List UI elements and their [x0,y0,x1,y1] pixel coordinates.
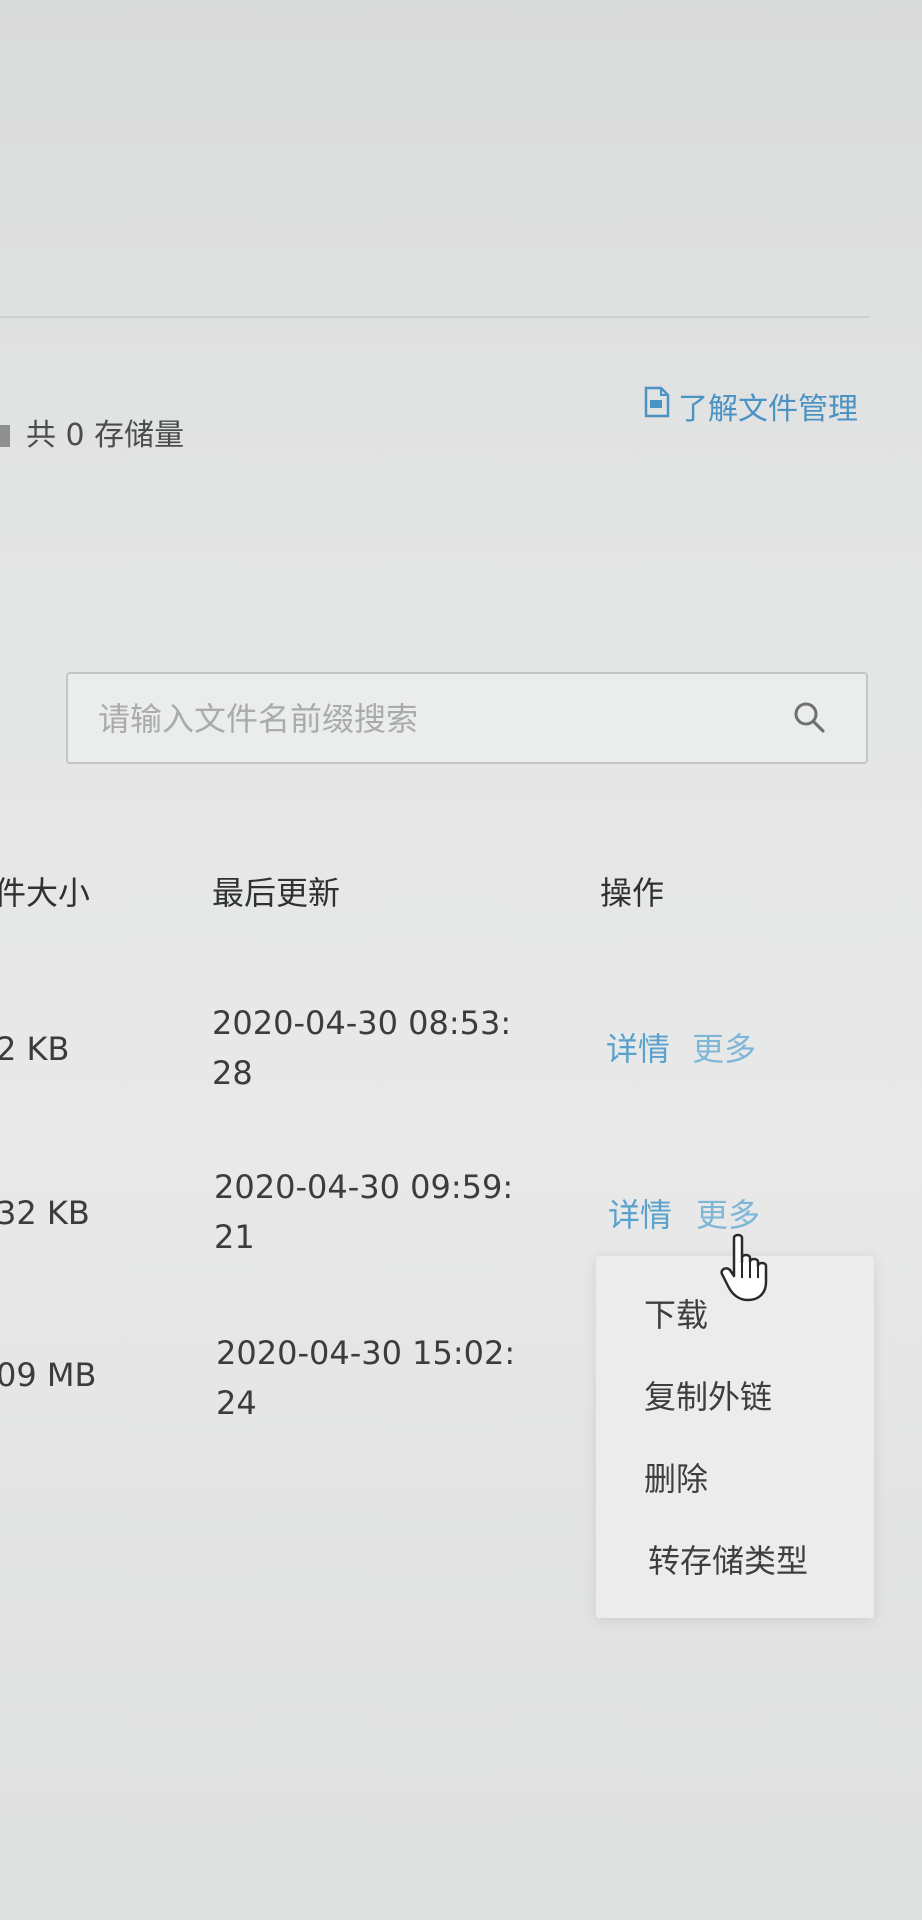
learn-file-management-link[interactable]: 了解文件管理 [644,384,858,428]
document-icon [644,386,678,426]
file-size-cell: 2 KB [0,1030,70,1068]
column-header-size: 件大小 [0,874,91,912]
column-header-updated: 最后更新 [212,874,341,912]
updated-cell: 2020-04-30 15:02:24 [216,1334,516,1422]
updated-cell: 2020-04-30 08:53:28 [212,1004,512,1092]
storage-summary-text: 共 0 存储量 [26,418,185,453]
column-header-actions: 操作 [600,874,665,912]
details-link[interactable]: 详情 [606,1024,670,1070]
select-all-checkbox[interactable] [0,425,10,447]
search-icon[interactable] [790,698,830,738]
menu-item-copy-link[interactable]: 复制外链 [644,1372,772,1418]
more-link[interactable]: 更多 [696,1190,760,1236]
search-input[interactable] [98,694,778,744]
menu-item-change-storage-class[interactable]: 转存储类型 [648,1536,808,1582]
menu-item-download[interactable]: 下载 [644,1290,708,1336]
hand-cursor-icon [720,1232,780,1304]
updated-cell: 2020-04-30 09:59:21 [214,1168,514,1256]
search-box[interactable] [66,672,868,764]
details-link[interactable]: 详情 [608,1190,672,1236]
more-actions-menu: 下载 复制外链 删除 转存储类型 [596,1256,874,1618]
help-link-label: 了解文件管理 [678,392,858,427]
menu-item-delete[interactable]: 删除 [644,1454,708,1500]
storage-summary: 共 0 存储量 [0,410,184,454]
file-size-cell: 09 MB [0,1356,97,1394]
more-link[interactable]: 更多 [692,1024,756,1070]
header-divider [0,316,870,318]
file-size-cell: 32 KB [0,1194,90,1232]
